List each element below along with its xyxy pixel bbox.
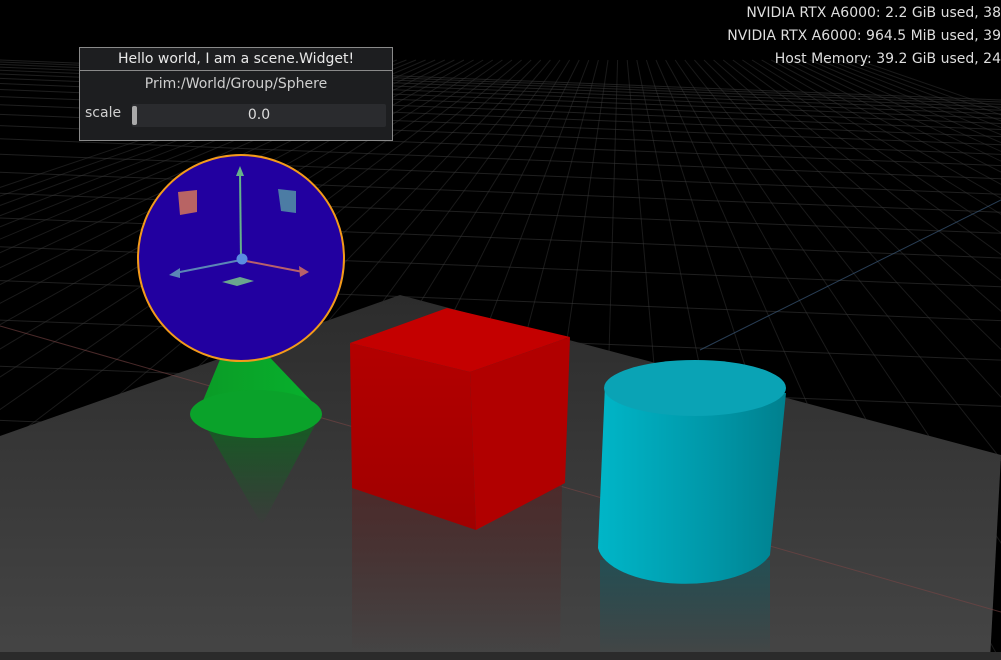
z-axis-line (699, 199, 1001, 351)
scale-value: 0.0 (247, 107, 271, 123)
gpu-memory-1: NVIDIA RTX A6000: 2.2 GiB used, 38 (746, 5, 1001, 21)
scale-slider[interactable]: 0.0 (132, 104, 386, 127)
scale-row: scale 0.0 (85, 103, 386, 129)
sphere[interactable] (137, 154, 345, 362)
gpu-memory-2: NVIDIA RTX A6000: 964.5 MiB used, 39 (727, 28, 1001, 44)
host-memory: Host Memory: 39.2 GiB used, 24 (774, 51, 1001, 67)
viewport[interactable]: NVIDIA RTX A6000: 2.2 GiB used, 38 NVIDI… (0, 0, 1001, 660)
cube[interactable] (350, 308, 570, 530)
widget-title: Hello world, I am a scene.Widget! (80, 48, 392, 71)
viewport-bottom-bar (0, 652, 1001, 660)
scale-label: scale (85, 105, 122, 121)
scene-widget: Hello world, I am a scene.Widget! Prim:/… (79, 47, 393, 141)
memory-stats-overlay: NVIDIA RTX A6000: 2.2 GiB used, 38 NVIDI… (681, 2, 1001, 71)
prim-path: Prim:/World/Group/Sphere (144, 76, 328, 92)
cylinder[interactable] (598, 360, 786, 584)
